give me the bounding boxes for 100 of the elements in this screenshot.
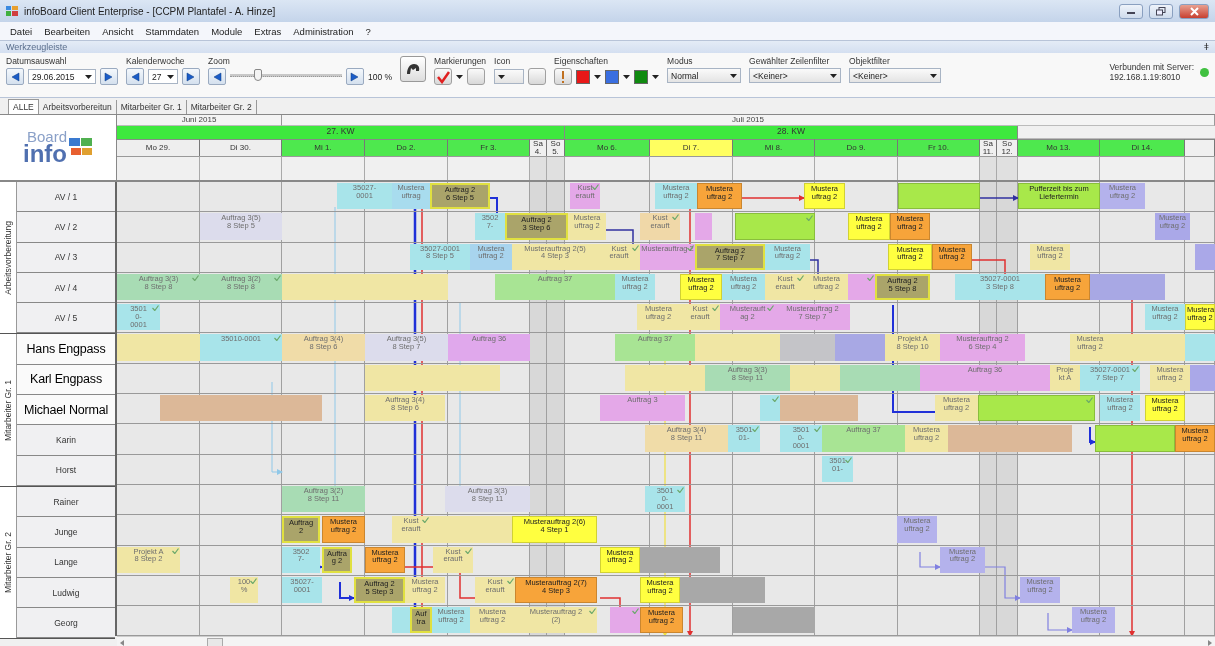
group-label: Mitarbeiter Gr. 1 [3,379,13,441]
row-label: AV / 5 [17,303,115,334]
day-header: Fr 3. [448,139,530,156]
task-block[interactable] [780,334,835,361]
task-block[interactable] [733,607,815,634]
date-picker[interactable]: 29.06.2015 [28,69,96,84]
day-header: Do 9. [815,139,898,156]
caret-icon[interactable] [623,74,631,79]
task-block[interactable] [978,395,1095,422]
week-label: 27. KW [117,126,565,139]
next-button[interactable] [182,68,200,85]
icon-dropdown[interactable] [494,69,525,84]
priority-button[interactable] [554,68,573,85]
task-block[interactable] [780,395,858,422]
scrollbar-thumb[interactable] [207,637,223,646]
previous-button[interactable] [126,68,144,85]
tab[interactable]: Arbeitsvorbereitun [38,100,117,114]
task-block[interactable] [735,213,815,240]
row-label: Rainer [17,486,115,518]
header-cell [530,156,547,180]
task-block[interactable] [1090,273,1165,301]
task-block[interactable] [430,516,512,543]
tab[interactable]: Mitarbeiter Gr. 2 [186,100,257,114]
pin-icon[interactable]: ǂ [1203,42,1209,52]
group-label: Kalenderwoche [126,56,186,66]
menu-item[interactable]: Module [205,25,249,37]
object-filter-dropdown[interactable]: <Keiner> [849,68,942,83]
task-block[interactable] [695,213,712,240]
day-header: So 5. [547,139,565,156]
menu-item[interactable]: Bearbeiten [38,25,97,37]
color-picker[interactable] [605,69,620,84]
next-button[interactable] [100,68,118,85]
row-label: AV / 4 [17,272,115,304]
logo-text: info [23,143,67,166]
task-block[interactable] [240,395,322,422]
task-block[interactable] [1195,243,1215,270]
menu-item[interactable]: Extras [248,25,288,37]
minimize-button[interactable] [1119,3,1143,19]
task-block[interactable] [1190,364,1215,392]
color-picker[interactable] [634,69,649,84]
tab[interactable]: ALLE [8,99,39,114]
task-block[interactable] [625,364,705,392]
hand-tool-button[interactable] [400,56,427,82]
task-block[interactable] [392,607,410,634]
check-icon [1132,365,1139,372]
day-header: Di 14. [1100,139,1185,156]
toolbar-button[interactable] [528,68,547,85]
tab[interactable]: Mitarbeiter Gr. 1 [116,100,187,114]
task-block[interactable] [835,334,885,361]
row-label: Junge [17,517,115,548]
day-header: Sa 11. [980,139,997,156]
row-label: Lange [17,547,115,578]
row-label: Michael Normal [17,395,115,426]
task-block[interactable] [948,425,1072,452]
task-block[interactable] [1095,425,1175,452]
menu-item[interactable]: Stammdaten [139,25,206,37]
day-header: Sa 4. [530,139,547,156]
task-block[interactable] [790,364,840,392]
task-block[interactable] [1110,334,1185,361]
check-icon [752,426,759,433]
task-block[interactable] [695,334,780,361]
previous-button[interactable] [6,68,24,85]
task-block[interactable] [1185,334,1215,361]
task-block[interactable] [898,183,980,210]
close-button[interactable] [1179,3,1209,19]
check-button[interactable] [434,68,453,85]
app-icon [6,6,18,16]
task-block[interactable] [840,364,920,392]
task-block[interactable] [610,607,640,634]
caret-icon[interactable] [456,74,464,79]
zoom-in-button[interactable] [346,68,364,85]
menu-item[interactable]: Administration [287,25,360,37]
check-icon [192,274,199,281]
task-block[interactable] [760,395,780,422]
task-block[interactable] [680,576,765,604]
check-icon [672,214,679,221]
task-block[interactable] [117,334,200,361]
restore-button[interactable] [1149,3,1173,19]
check-icon [632,608,639,615]
task-block[interactable] [365,364,500,392]
check-icon [867,274,874,281]
color-picker[interactable] [576,69,591,84]
caret-icon[interactable] [652,74,660,79]
task-block[interactable] [282,273,448,301]
row-filter-dropdown[interactable]: <Keiner> [749,68,842,83]
week-dropdown[interactable]: 27 [148,69,178,84]
task-block[interactable] [640,546,720,573]
group-label: Markierungen [434,56,487,66]
caret-icon[interactable] [594,74,602,79]
zoom-out-button[interactable] [208,68,226,85]
menu-item[interactable]: ? [359,25,377,37]
menu-item[interactable]: Datei [4,25,39,37]
slider-track[interactable] [230,74,342,77]
menu-item[interactable]: Ansicht [96,25,140,37]
check-icon [274,274,281,281]
task-block[interactable] [848,273,875,301]
task-block[interactable] [160,395,240,422]
group-label: Mitarbeiter Gr. 2 [3,532,13,594]
mode-dropdown[interactable]: Normal [667,68,742,83]
zoom-slider[interactable] [254,69,262,81]
